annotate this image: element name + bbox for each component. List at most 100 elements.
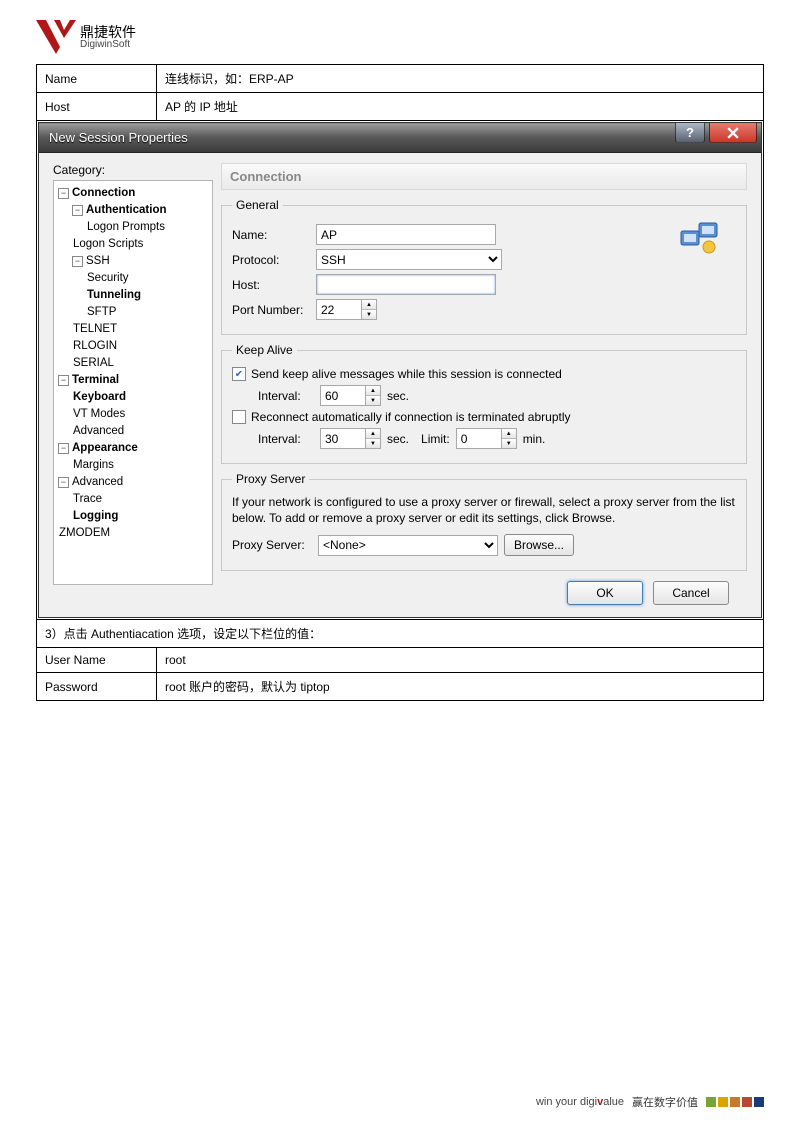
- tree-connection[interactable]: Connection: [71, 185, 136, 202]
- interval-label: Interval:: [258, 389, 314, 403]
- info-table-1: Name 连线标识，如：ERP-AP Host AP 的 IP 地址 New S…: [36, 64, 764, 701]
- host-desc: AP 的 IP 地址: [157, 93, 764, 121]
- footer-cn: 赢在数字价值: [632, 1094, 698, 1110]
- cancel-button[interactable]: Cancel: [653, 581, 729, 605]
- tree-vtmodes[interactable]: VT Modes: [72, 406, 126, 423]
- color-square: [718, 1097, 728, 1107]
- brand-logo: 鼎捷软件 DigiwinSoft: [36, 20, 136, 54]
- limit-spinner[interactable]: ▲▼: [456, 428, 517, 449]
- interval2-label: Interval:: [258, 432, 314, 446]
- interval-input[interactable]: [320, 385, 366, 406]
- send-keepalive-label: Send keep alive messages while this sess…: [251, 367, 562, 381]
- minus-icon[interactable]: −: [58, 188, 69, 199]
- keepalive-group: Keep Alive ✔ Send keep alive messages wh…: [221, 343, 747, 464]
- host-field-label: Host:: [232, 278, 310, 292]
- category-label: Category:: [53, 163, 213, 177]
- tree-telnet[interactable]: TELNET: [72, 321, 118, 338]
- color-square: [742, 1097, 752, 1107]
- tree-logging[interactable]: Logging: [72, 508, 119, 525]
- sec2-label: sec.: [387, 432, 409, 446]
- name-desc: 连线标识，如：ERP-AP: [157, 65, 764, 93]
- proxy-select[interactable]: <None>: [318, 535, 498, 556]
- general-group: General Name: Protocol: SSH: [221, 198, 747, 335]
- tree-advanced-terminal[interactable]: Advanced: [72, 423, 125, 440]
- reconnect-checkbox[interactable]: [232, 410, 246, 424]
- browse-button[interactable]: Browse...: [504, 534, 574, 556]
- tree-zmodem[interactable]: ZMODEM: [58, 525, 111, 542]
- tree-advanced[interactable]: Advanced: [71, 474, 124, 491]
- spin-down-icon[interactable]: ▼: [502, 439, 516, 448]
- protocol-select[interactable]: SSH: [316, 249, 502, 270]
- session-properties-dialog: New Session Properties ? Category:: [38, 122, 762, 618]
- ok-button[interactable]: OK: [567, 581, 643, 605]
- step3-text: 3）点击 Authentiacation 选项，设定以下栏位的值：: [37, 620, 764, 648]
- help-button[interactable]: ?: [675, 123, 705, 143]
- tree-authentication[interactable]: Authentication: [85, 202, 168, 219]
- tree-trace[interactable]: Trace: [72, 491, 103, 508]
- dialog-titlebar: New Session Properties ?: [39, 123, 761, 153]
- minus-icon[interactable]: −: [72, 205, 83, 216]
- spin-up-icon[interactable]: ▲: [502, 429, 516, 439]
- minus-icon[interactable]: −: [58, 375, 69, 386]
- color-squares: [706, 1097, 764, 1107]
- interval-spinner[interactable]: ▲▼: [320, 385, 381, 406]
- spin-up-icon[interactable]: ▲: [366, 429, 380, 439]
- sec-label: sec.: [387, 389, 409, 403]
- footer-slogan: win your digivalue: [536, 1096, 624, 1108]
- tree-serial[interactable]: SERIAL: [72, 355, 115, 372]
- general-legend: General: [232, 198, 283, 212]
- name-input[interactable]: [316, 224, 496, 245]
- port-spinner[interactable]: ▲▼: [316, 299, 377, 320]
- tree-terminal[interactable]: Terminal: [71, 372, 120, 389]
- tree-security[interactable]: Security: [86, 270, 130, 287]
- tree-keyboard[interactable]: Keyboard: [72, 389, 127, 406]
- user-value: root: [157, 648, 764, 673]
- port-input[interactable]: [316, 299, 362, 320]
- logo-icon: [36, 20, 76, 54]
- proxy-label: Proxy Server:: [232, 538, 312, 552]
- send-keepalive-checkbox[interactable]: ✔: [232, 367, 246, 381]
- tree-logon-scripts[interactable]: Logon Scripts: [72, 236, 144, 253]
- reconnect-label: Reconnect automatically if connection is…: [251, 410, 571, 424]
- keepalive-legend: Keep Alive: [232, 343, 297, 357]
- minus-icon[interactable]: −: [58, 477, 69, 488]
- spin-up-icon[interactable]: ▲: [366, 386, 380, 396]
- spin-up-icon[interactable]: ▲: [362, 300, 376, 310]
- limit-label: Limit:: [421, 432, 450, 446]
- tree-appearance[interactable]: Appearance: [71, 440, 139, 457]
- interval2-spinner[interactable]: ▲▼: [320, 428, 381, 449]
- port-label: Port Number:: [232, 303, 310, 317]
- tree-margins[interactable]: Margins: [72, 457, 115, 474]
- tree-ssh[interactable]: SSH: [85, 253, 111, 270]
- brand-sub: DigiwinSoft: [80, 39, 136, 50]
- color-square: [706, 1097, 716, 1107]
- proxy-legend: Proxy Server: [232, 472, 309, 486]
- name-label: Name: [37, 65, 157, 93]
- tree-tunneling[interactable]: Tunneling: [86, 287, 142, 304]
- spin-down-icon[interactable]: ▼: [362, 310, 376, 319]
- name-field-label: Name:: [232, 228, 310, 242]
- user-label: User Name: [37, 648, 157, 673]
- close-button[interactable]: [709, 123, 757, 143]
- page-header: 鼎捷软件 DigiwinSoft: [0, 0, 800, 64]
- host-input[interactable]: [316, 274, 496, 295]
- category-tree[interactable]: −Connection −Authentication Logon Prompt…: [53, 180, 213, 585]
- limit-input[interactable]: [456, 428, 502, 449]
- host-label: Host: [37, 93, 157, 121]
- minus-icon[interactable]: −: [58, 443, 69, 454]
- interval2-input[interactable]: [320, 428, 366, 449]
- min-label: min.: [523, 432, 546, 446]
- proxy-desc: If your network is configured to use a p…: [232, 494, 736, 526]
- brand-name: 鼎捷软件: [80, 25, 136, 39]
- spin-down-icon[interactable]: ▼: [366, 439, 380, 448]
- tree-sftp[interactable]: SFTP: [86, 304, 117, 321]
- tree-logon-prompts[interactable]: Logon Prompts: [86, 219, 166, 236]
- tree-rlogin[interactable]: RLOGIN: [72, 338, 118, 355]
- page-footer: win your digivalue 赢在数字价值: [536, 1094, 764, 1110]
- panel-title: Connection: [221, 163, 747, 190]
- minus-icon[interactable]: −: [72, 256, 83, 267]
- password-label: Password: [37, 673, 157, 701]
- color-square: [754, 1097, 764, 1107]
- protocol-label: Protocol:: [232, 253, 310, 267]
- spin-down-icon[interactable]: ▼: [366, 396, 380, 405]
